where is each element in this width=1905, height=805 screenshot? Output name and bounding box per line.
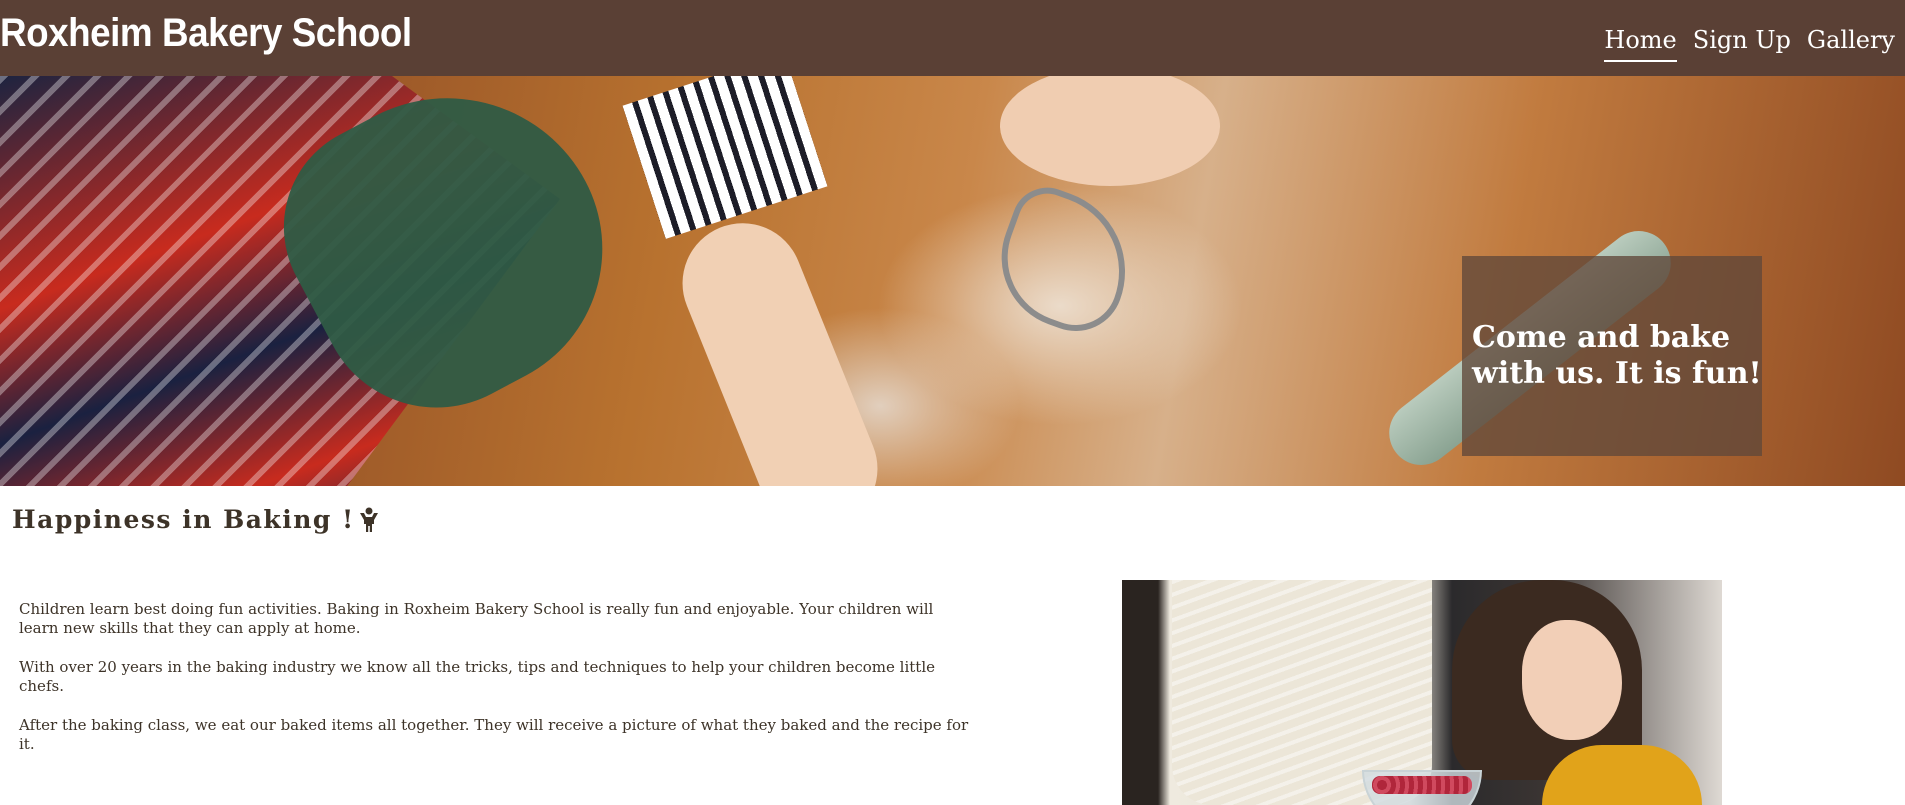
nav-home[interactable]: Home <box>1604 22 1677 62</box>
photo-girl-face-decor <box>1522 620 1622 740</box>
intro-paragraph: After the baking class, we eat our baked… <box>19 716 969 753</box>
hero-caption-box: Come and bake with us. It is fun! <box>1462 256 1762 456</box>
section-heading-text: Happiness in Baking ! <box>12 505 355 534</box>
site-title[interactable]: Roxheim Bakery School <box>0 8 412 58</box>
intro-paragraph: Children learn best doing fun activities… <box>19 600 934 637</box>
child-icon <box>359 507 379 533</box>
hero-arm-decor <box>664 205 896 486</box>
baking-photo <box>1122 580 1722 805</box>
nav-sign-up[interactable]: Sign Up <box>1693 22 1791 62</box>
section-heading: Happiness in Baking ! <box>12 502 379 538</box>
hero-image: Come and bake with us. It is fun! <box>0 76 1905 486</box>
intro-text: Children learn best doing fun activities… <box>19 600 969 774</box>
hero-hand-decor <box>1000 76 1220 186</box>
main-nav: Home Sign Up Gallery <box>1604 22 1895 62</box>
hero-sleeve-decor <box>622 76 828 239</box>
hero-cookie-cutter-decor <box>981 177 1149 345</box>
photo-berries-decor <box>1372 776 1472 794</box>
hero-caption: Come and bake with us. It is fun! <box>1472 320 1762 392</box>
intro-paragraph: With over 20 years in the baking industr… <box>19 658 935 695</box>
site-header: Roxheim Bakery School Home Sign Up Galle… <box>0 0 1905 76</box>
nav-gallery[interactable]: Gallery <box>1807 22 1895 62</box>
hero-caption-line-1: Come and bake <box>1472 320 1731 355</box>
hero-caption-line-2: with us. It is fun! <box>1472 356 1762 391</box>
